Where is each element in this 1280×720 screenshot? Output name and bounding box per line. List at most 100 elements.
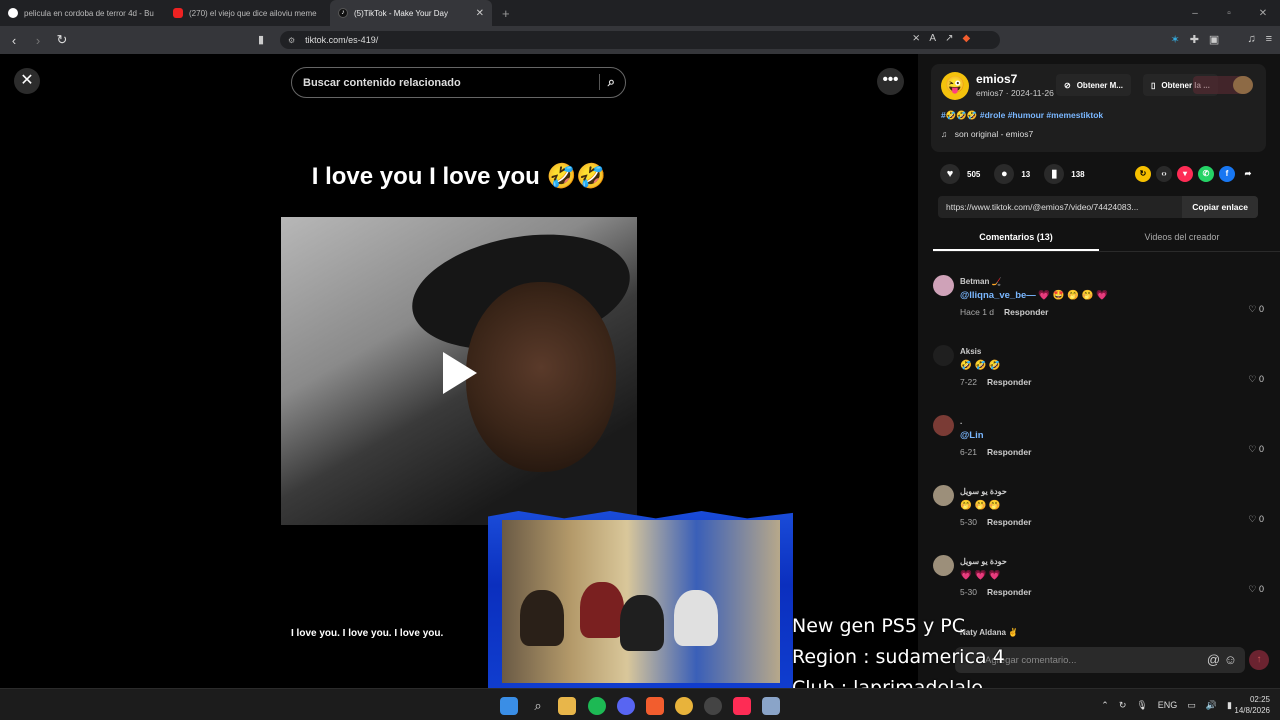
- comment-like-button[interactable]: ♡ 0: [1248, 374, 1264, 385]
- facebook-icon[interactable]: f: [1219, 166, 1235, 182]
- share-icon[interactable]: ↗: [945, 33, 953, 44]
- reply-button[interactable]: Responder: [987, 447, 1031, 457]
- post-info-card: 😜 emios7 emios7 · 2024-11-26 ⊘ Obtener M…: [931, 64, 1266, 152]
- chevron-up-icon[interactable]: ⌃: [1101, 700, 1109, 711]
- download-video-label: Obtener M...: [1076, 80, 1123, 90]
- play-icon[interactable]: [443, 352, 477, 394]
- chrome-icon[interactable]: [675, 697, 693, 715]
- avatar[interactable]: [933, 275, 954, 296]
- windows-start-icon[interactable]: [500, 697, 518, 715]
- comment-like-button[interactable]: ♡ 0: [1248, 514, 1264, 525]
- share-link-text: https://www.tiktok.com/@emios7/video/744…: [946, 202, 1139, 212]
- more-options-button[interactable]: •••: [877, 68, 904, 95]
- tab-google-search[interactable]: pelicula en cordoba de terror 4d - Bu: [0, 0, 165, 26]
- comment-time: 7-22: [960, 377, 978, 387]
- details-panel: 😜 emios7 emios7 · 2024-11-26 ⊘ Obtener M…: [918, 54, 1280, 688]
- mic-icon[interactable]: 🎙: [1136, 700, 1147, 711]
- comment-button[interactable]: ● 13: [994, 164, 1030, 184]
- brave-icon[interactable]: [646, 697, 664, 715]
- video-frame[interactable]: [281, 217, 637, 525]
- copy-link-button[interactable]: Copiar enlace: [1182, 196, 1258, 218]
- language-indicator[interactable]: ENG: [1158, 700, 1178, 711]
- post-hashtags[interactable]: #🤣🤣🤣 #drole #humour #memestiktok: [941, 110, 1103, 121]
- creator-username[interactable]: emios7: [976, 72, 1017, 86]
- comment-author[interactable]: Aksis: [960, 347, 981, 356]
- reply-button[interactable]: Responder: [987, 587, 1031, 597]
- sidebar-icon[interactable]: ▣: [1209, 33, 1219, 46]
- post-sound[interactable]: ♫ son original - emios7: [941, 129, 1033, 139]
- url-field[interactable]: ⚙ tiktok.com/es-419/: [280, 31, 1000, 49]
- save-button[interactable]: ▮ 138: [1044, 164, 1085, 184]
- reply-button[interactable]: Responder: [1004, 307, 1048, 317]
- download-video-button[interactable]: ⊘ Obtener M...: [1056, 74, 1131, 96]
- youtube-icon: [173, 8, 183, 18]
- close-tab-icon[interactable]: ✕: [476, 8, 484, 19]
- reload-button[interactable]: ↻: [52, 32, 72, 48]
- close-viewer-button[interactable]: ✕: [14, 68, 40, 94]
- comment-author[interactable]: Вetman 🏒: [960, 277, 1002, 286]
- taskbar-clock[interactable]: 02:25 14/8/2026: [1234, 694, 1270, 716]
- avatar[interactable]: [933, 415, 954, 436]
- tiktok-app-icon[interactable]: [733, 697, 751, 715]
- media-icon[interactable]: ♫: [1247, 33, 1255, 46]
- maximize-button[interactable]: ▫: [1212, 8, 1246, 19]
- share-arrow-icon[interactable]: ➦: [1240, 166, 1256, 182]
- tab-youtube[interactable]: (270) el viejo que dice ailoviu meme: [165, 0, 330, 26]
- comment-like-button[interactable]: ♡ 0: [1248, 444, 1264, 455]
- tab-tiktok[interactable]: ♪ (5)TikTok - Make Your Day ✕: [330, 0, 492, 26]
- file-explorer-icon[interactable]: [558, 697, 576, 715]
- comment-like-button[interactable]: ♡ 0: [1248, 584, 1264, 595]
- minimize-button[interactable]: –: [1178, 8, 1212, 19]
- webcam-person: [674, 590, 718, 646]
- avatar[interactable]: [933, 485, 954, 506]
- avatar[interactable]: 😜: [941, 72, 969, 100]
- battery-icon[interactable]: ▮: [1227, 700, 1232, 711]
- menu-icon[interactable]: ≡: [1266, 33, 1272, 46]
- comment-text: 💗 💗 💗: [960, 570, 1001, 581]
- back-button[interactable]: ‹: [4, 33, 24, 48]
- comment-like-button[interactable]: ♡ 0: [1248, 304, 1264, 315]
- comment-author[interactable]: حودة يو سويل: [960, 557, 1007, 566]
- search-icon[interactable]: ⌕: [529, 697, 547, 715]
- avatar[interactable]: [933, 555, 954, 576]
- forward-button[interactable]: ›: [28, 33, 48, 48]
- bookmark-icon[interactable]: ▮: [258, 33, 264, 46]
- whatsapp-icon[interactable]: ✆: [1198, 166, 1214, 182]
- no-track-icon[interactable]: ⨯: [912, 33, 920, 44]
- webcam-photo: [502, 520, 780, 683]
- like-button[interactable]: ♥ 505: [940, 164, 980, 184]
- monitor-icon[interactable]: ▭: [1187, 700, 1196, 711]
- spotify-icon[interactable]: [588, 697, 606, 715]
- tab-comments[interactable]: Comentarios (13): [933, 226, 1099, 251]
- volume-icon[interactable]: 🔊: [1206, 700, 1217, 711]
- tab-creator-videos[interactable]: Videos del creador: [1099, 226, 1265, 251]
- heart-icon: ♥: [940, 164, 960, 184]
- browser-toolbar-icons: ✶ ✚ ▣ ♫ ≡: [1170, 33, 1272, 46]
- comment-author[interactable]: حودة يو سويل: [960, 487, 1007, 496]
- search-icon[interactable]: ⌕: [598, 74, 615, 90]
- new-tab-button[interactable]: +: [502, 6, 510, 21]
- discord-icon[interactable]: [617, 697, 635, 715]
- brave-shield-icon[interactable]: ◆: [962, 33, 970, 44]
- puzzle-icon[interactable]: ✚: [1190, 33, 1199, 46]
- close-window-button[interactable]: ✕: [1246, 8, 1280, 19]
- reply-button[interactable]: Responder: [987, 517, 1031, 527]
- comment-meta: 7-22 Responder: [960, 377, 1031, 387]
- tab-label: (270) el viejo que dice ailoviu meme: [189, 8, 317, 18]
- extension-icon[interactable]: ✶: [1170, 33, 1179, 46]
- post-comment-button[interactable]: ↑: [1249, 650, 1269, 670]
- notepad-icon[interactable]: [762, 697, 780, 715]
- send-icon[interactable]: ▾: [1177, 166, 1193, 182]
- reply-button[interactable]: Responder: [987, 377, 1031, 387]
- site-info-icon[interactable]: ⚙: [288, 36, 295, 45]
- steam-icon[interactable]: [704, 697, 722, 715]
- update-icon[interactable]: ↻: [1119, 700, 1127, 711]
- embed-icon[interactable]: ‹›: [1156, 166, 1172, 182]
- related-search-input[interactable]: Buscar contenido relacionado ⌕: [291, 67, 626, 98]
- comment-author[interactable]: .: [960, 417, 962, 426]
- mention-emoji-icons[interactable]: @ ☺: [1207, 652, 1237, 667]
- repost-icon[interactable]: ↻: [1135, 166, 1151, 182]
- avatar[interactable]: [933, 345, 954, 366]
- translate-icon[interactable]: A: [929, 33, 936, 44]
- share-link-field[interactable]: https://www.tiktok.com/@emios7/video/744…: [938, 196, 1258, 218]
